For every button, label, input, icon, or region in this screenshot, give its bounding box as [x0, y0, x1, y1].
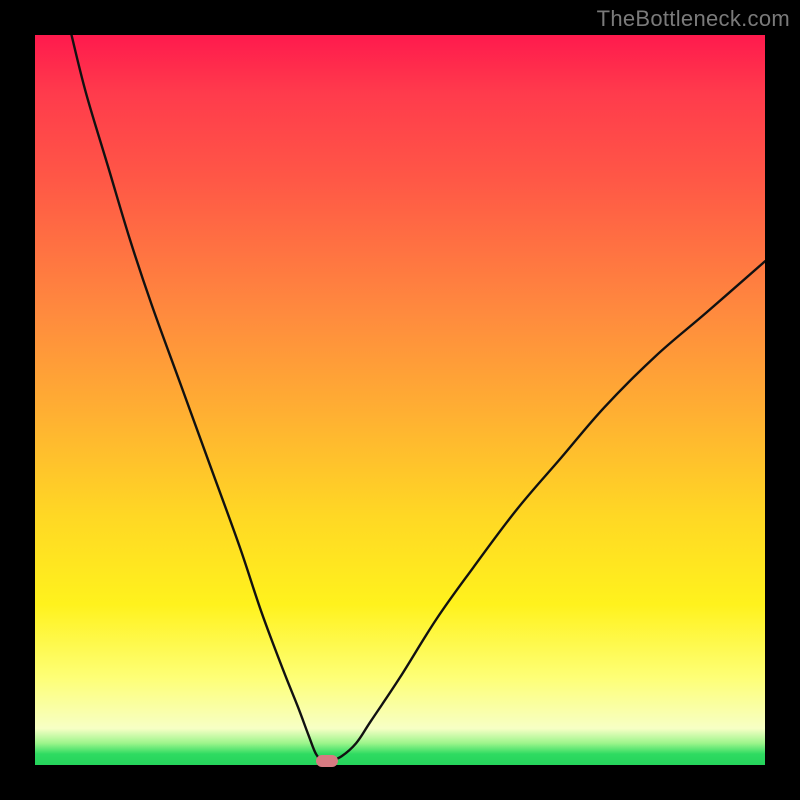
watermark-text: TheBottleneck.com [597, 6, 790, 32]
optimal-point-marker [316, 755, 338, 767]
chart-frame: TheBottleneck.com [0, 0, 800, 800]
bottleneck-curve [72, 35, 766, 762]
plot-area [35, 35, 765, 765]
bottleneck-curve-svg [35, 35, 765, 765]
